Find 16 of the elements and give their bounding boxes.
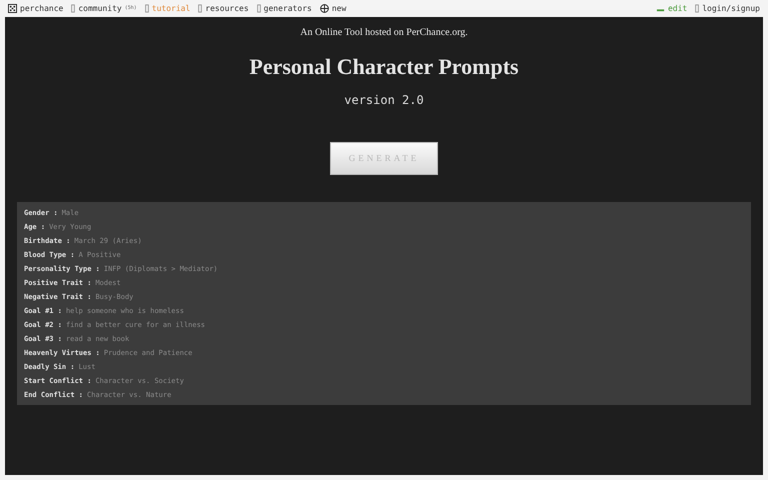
glyph-box-icon <box>695 4 700 13</box>
nav-link[interactable]: perchance <box>20 2 64 14</box>
nav-link[interactable]: community <box>78 2 122 14</box>
nav-link[interactable]: new <box>332 2 346 14</box>
glyph-box-icon <box>71 4 76 13</box>
nav-link[interactable]: generators <box>264 2 312 14</box>
glyph-box-icon <box>144 4 149 13</box>
hosted-note: An Online Tool hosted on PerChance.org. <box>300 26 468 40</box>
nav-link[interactable]: resources <box>205 2 249 14</box>
glyph-box-icon <box>256 4 261 13</box>
version-text: version 2.0 <box>344 92 424 109</box>
dice-icon <box>8 4 17 13</box>
nav-link[interactable]: login/signup <box>702 2 760 14</box>
page-title: Personal Character Prompts <box>249 53 519 81</box>
glyph-box-icon <box>198 4 202 13</box>
plus-circle-icon <box>320 4 329 13</box>
